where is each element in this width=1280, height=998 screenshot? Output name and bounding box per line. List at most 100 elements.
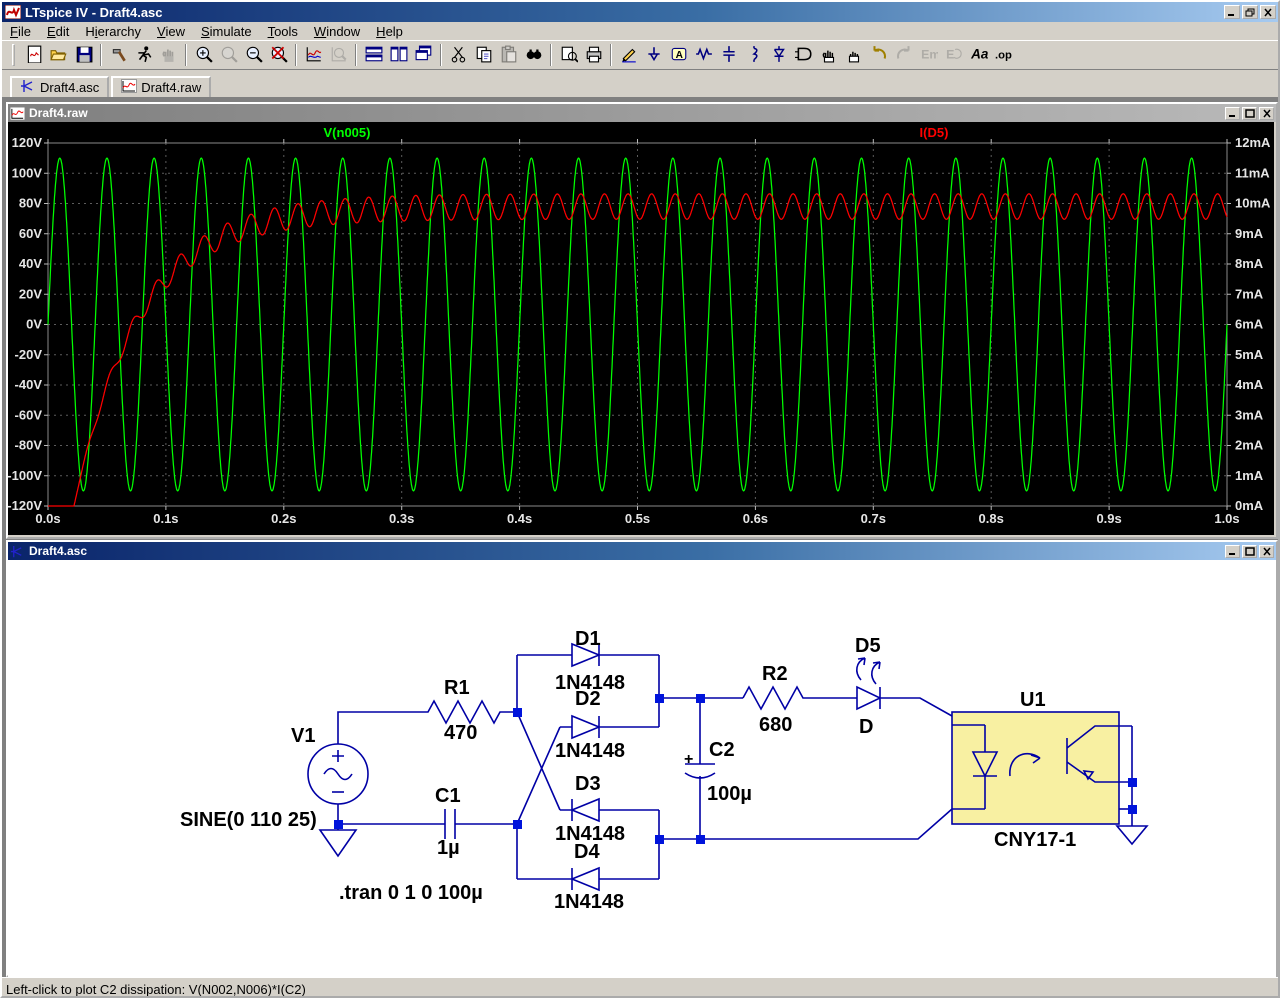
new-schematic-button[interactable] [21,43,46,67]
undo-button[interactable] [866,43,891,67]
wire-pencil-icon [620,45,638,66]
menu-help[interactable]: Help [368,23,411,40]
tab-draft4.asc[interactable]: Draft4.asc [10,76,110,97]
label-v1-ref: V1 [291,725,315,747]
zoom-full-icon [270,45,288,66]
wave-minimize-button[interactable] [1225,106,1240,120]
label-c2-polarity: + [684,751,693,768]
left-axis-label: 80V [19,196,42,211]
diode-button[interactable] [766,43,791,67]
label-u1-value: CNY17-1 [994,829,1076,851]
label-d1-ref: D1 [575,628,601,650]
wave-close-button[interactable] [1259,106,1274,120]
schem-close-button[interactable] [1259,544,1274,558]
waveform-icon [9,106,26,121]
draft-wire-button[interactable] [616,43,641,67]
run-button[interactable] [131,43,156,67]
open-button[interactable] [46,43,71,67]
schematic-window-titlebar[interactable]: Draft4.asc [8,542,1276,560]
tile-vertically-button[interactable] [386,43,411,67]
right-axis-label: 9mA [1235,226,1264,241]
left-axis-label: -20V [15,347,43,362]
waveform-window-titlebar[interactable]: Draft4.raw [8,104,1276,122]
right-axis-label: 8mA [1235,256,1264,271]
schematic-canvas[interactable]: V1 SINE(0 110 25) R1 470 C1 1µ D1 1N4148… [8,560,1276,977]
capacitor-c1[interactable] [444,809,456,839]
mdi-client-area: Draft4.raw 0.0s 0.1s 0.2s 0.3s 0.4s 0.5s 0.6s 0… [2,97,1278,977]
inductor-button[interactable] [741,43,766,67]
move-button[interactable] [816,43,841,67]
menu-hierarchy[interactable]: Hierarchy [77,23,149,40]
zoom-in-button[interactable] [191,43,216,67]
zoom-back-icon [220,45,238,66]
resistor-r1[interactable] [419,699,517,725]
left-axis-label: -80V [15,438,43,453]
drag-button[interactable] [841,43,866,67]
control-panel-button[interactable] [106,43,131,67]
zoom-out-button[interactable] [241,43,266,67]
cut-button[interactable] [446,43,471,67]
right-axis-label: 6mA [1235,317,1264,332]
mirror-button: Em [916,43,941,67]
diode-d2[interactable] [571,714,602,740]
print-preview-button[interactable] [556,43,581,67]
net-label-button[interactable]: A [666,43,691,67]
label-icon: A [670,45,688,66]
ground-symbol-u1 [1115,825,1149,846]
zoom-fit-button [326,43,351,67]
mirror-icon: Em [920,45,940,66]
optocoupler-u1[interactable] [951,711,1120,825]
ground-button[interactable] [641,43,666,67]
tile-horizontally-button[interactable] [361,43,386,67]
label-c1-ref: C1 [435,785,461,807]
capacitor-button[interactable] [716,43,741,67]
autorange-y-axis-button[interactable] [301,43,326,67]
left-axis-label: -40V [15,377,43,392]
menu-window[interactable]: Window [306,23,368,40]
menu-file[interactable]: File [2,23,39,40]
component-button[interactable] [791,43,816,67]
menu-view[interactable]: View [149,23,193,40]
left-axis-label: -100V [8,468,42,483]
restore-button[interactable] [1242,5,1258,19]
schem-maximize-button[interactable] [1242,544,1257,558]
schem-minimize-button[interactable] [1225,544,1240,558]
schematic-drawing: V1 SINE(0 110 25) R1 470 C1 1µ D1 1N4148… [180,628,1149,913]
x-axis-label: 0.9s [1096,511,1121,526]
cascade-icon [415,45,433,66]
close-button[interactable] [1260,5,1276,19]
wave-maximize-button[interactable] [1242,106,1257,120]
save-button[interactable] [71,43,96,67]
cut-icon [450,45,468,66]
waveform-plot-area[interactable]: 0.0s 0.1s 0.2s 0.3s 0.4s 0.5s 0.6s 0.7s 0.8s 0.9s… [8,122,1274,535]
diode-d5[interactable] [856,685,882,711]
menu-tools[interactable]: Tools [260,23,306,40]
diode-d4[interactable] [569,866,600,892]
label-u1-ref: U1 [1020,689,1046,711]
toolbar-separator [295,44,297,66]
zoom-full-extents-button[interactable] [266,43,291,67]
copy-button[interactable] [471,43,496,67]
label-tran-directive: .tran 0 1 0 100µ [339,882,483,904]
tab-draft4.raw[interactable]: Draft4.raw [111,76,212,97]
halt-button [156,43,181,67]
text-button[interactable]: Aa [966,43,991,67]
diode-d3[interactable] [569,797,600,823]
left-axis-label: -60V [15,407,43,422]
paste-button [496,43,521,67]
ltspice-main-window: LTspice IV - Draft4.asc File Edit Hierarch… [0,0,1280,998]
spice-directive-icon: .op [995,45,1013,66]
menu-simulate[interactable]: Simulate [193,23,260,40]
resistor-button[interactable] [691,43,716,67]
menu-edit[interactable]: Edit [39,23,77,40]
tile-horz-icon [365,45,383,66]
find-button[interactable] [521,43,546,67]
resistor-r2[interactable] [742,685,857,711]
print-button[interactable] [581,43,606,67]
undo-icon [870,45,888,66]
cascade-windows-button[interactable] [411,43,436,67]
rotate-icon: E [945,45,963,66]
minimize-button[interactable] [1224,5,1240,19]
spice-directive-button[interactable]: .op [991,43,1016,67]
x-axis-label: 0.7s [861,511,886,526]
